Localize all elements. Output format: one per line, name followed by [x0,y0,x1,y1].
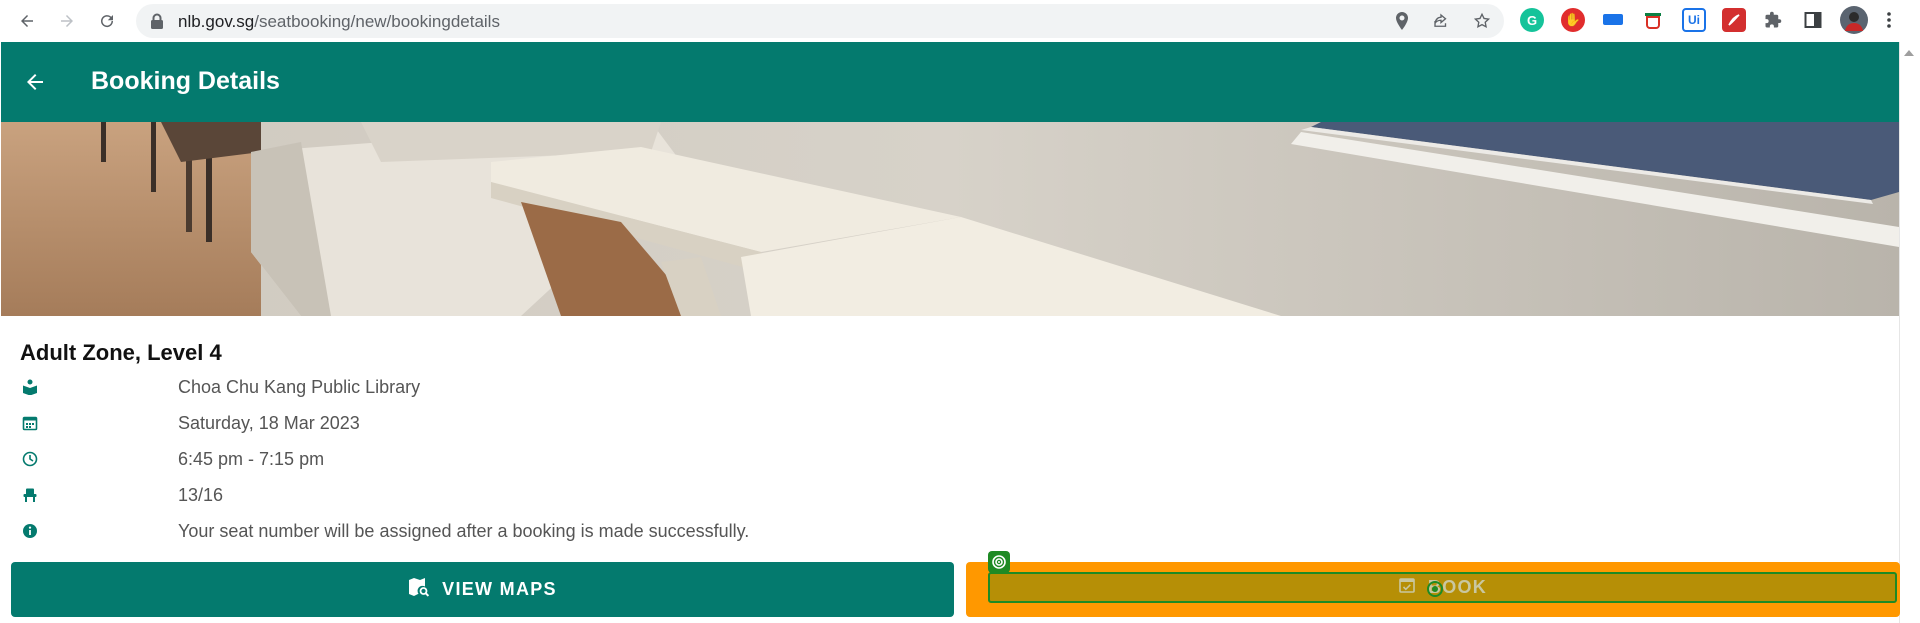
seat-icon [21,486,39,504]
target-marker-icon [988,551,1010,573]
view-maps-label: VIEW MAPS [442,579,557,599]
detail-row-info: Your seat number will be assigned after … [0,518,1000,548]
back-arrow-icon[interactable] [12,6,42,36]
view-maps-button[interactable]: VIEW MAPS [11,562,954,617]
extensions-puzzle-icon[interactable] [1761,8,1785,32]
app-header: Booking Details [1,42,1899,122]
forward-arrow-icon[interactable] [52,6,82,36]
side-panel-icon[interactable] [1801,8,1825,32]
info-icon [21,522,39,540]
back-arrow-icon[interactable] [21,68,49,96]
seat-assignment-note: Your seat number will be assigned after … [178,521,750,541]
pdf-extension-icon[interactable] [1722,8,1746,32]
browser-toolbar: nlb.gov.sg/seatbooking/new/bookingdetail… [0,0,1920,42]
booking-date: Saturday, 18 Mar 2023 [178,413,360,433]
url-text[interactable]: nlb.gov.sg/seatbooking/new/bookingdetail… [178,12,500,32]
booking-time: 6:45 pm - 7:15 pm [178,449,325,469]
map-search-icon [408,577,430,602]
profile-avatar-icon[interactable] [1840,6,1868,34]
venue-photo [1,122,1899,316]
grammarly-extension-icon[interactable]: G [1520,8,1544,32]
scrollbar[interactable] [1899,42,1920,623]
location-pin-icon[interactable] [1392,11,1412,31]
detail-row-library: Choa Chu Kang Public Library [0,374,1000,404]
click-target-icon [1426,580,1444,603]
library-name: Choa Chu Kang Public Library [178,377,421,397]
browser-menu-icon[interactable] [1882,8,1896,32]
zone-title: Adult Zone, Level 4 [20,340,222,365]
lock-icon[interactable] [150,13,164,34]
page-title: Booking Details [91,67,280,95]
book-button-highlight: BOOK [966,562,1900,617]
adblock-extension-icon[interactable]: ✋ [1561,8,1585,32]
clipper-extension-icon[interactable] [1641,8,1665,32]
bookmark-star-icon[interactable] [1472,11,1492,31]
calendar-icon [21,414,39,432]
share-icon[interactable] [1431,11,1451,31]
detail-row-date: Saturday, 18 Mar 2023 [0,410,1000,440]
reload-icon[interactable] [92,6,122,36]
address-bar[interactable]: nlb.gov.sg/seatbooking/new/bookingdetail… [136,4,1504,38]
seat-availability: 13/16 [178,485,224,505]
uipath-extension-icon[interactable]: Ui [1682,8,1706,32]
detail-row-time: 6:45 pm - 7:15 pm [0,446,1000,476]
screen-cast-extension-icon[interactable] [1601,8,1625,32]
detail-row-seats: 13/16 [0,482,1000,512]
scroll-up-arrow-icon[interactable] [1904,50,1914,56]
book-reader-icon [21,378,39,396]
clock-icon [21,450,39,468]
calendar-check-icon [1398,576,1416,599]
